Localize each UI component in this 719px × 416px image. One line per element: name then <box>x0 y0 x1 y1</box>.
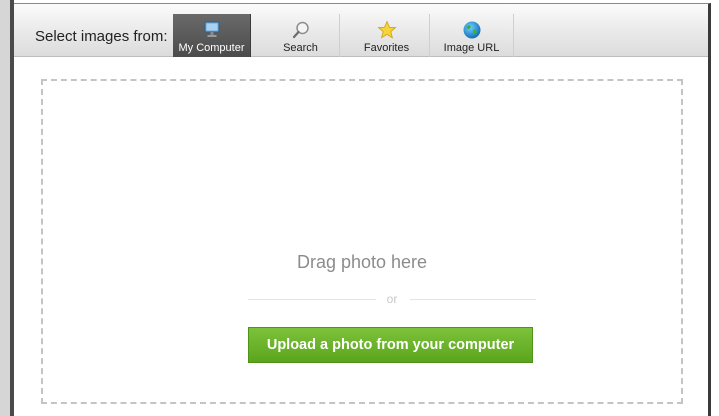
window-left-edge <box>0 0 14 416</box>
toolbar-label: Select images from: <box>35 28 168 45</box>
tab-label: Favorites <box>363 42 410 54</box>
or-divider: or <box>248 291 536 307</box>
photo-drop-zone[interactable]: Drag photo here or Upload a photo from y… <box>41 79 683 404</box>
star-icon <box>376 20 397 40</box>
tab-image-url[interactable]: Image URL <box>430 14 514 57</box>
image-picker-dialog: ◥ Select images from: My Computer <box>14 3 711 416</box>
tab-search[interactable]: Search <box>262 14 340 57</box>
tab-label: Search <box>283 42 318 54</box>
globe-icon <box>462 20 482 40</box>
tab-label: My Computer <box>178 42 245 54</box>
drag-photo-text: Drag photo here <box>296 252 428 272</box>
divider-line <box>410 299 536 300</box>
computer-monitor-icon <box>202 20 222 40</box>
source-toolbar: Select images from: My Computer Search F… <box>14 4 708 57</box>
tab-label: Image URL <box>443 42 500 54</box>
magnifier-icon <box>291 20 311 40</box>
upload-photo-button[interactable]: Upload a photo from your computer <box>248 327 533 363</box>
tab-favorites[interactable]: Favorites <box>344 14 430 57</box>
tab-my-computer[interactable]: My Computer <box>173 14 251 57</box>
